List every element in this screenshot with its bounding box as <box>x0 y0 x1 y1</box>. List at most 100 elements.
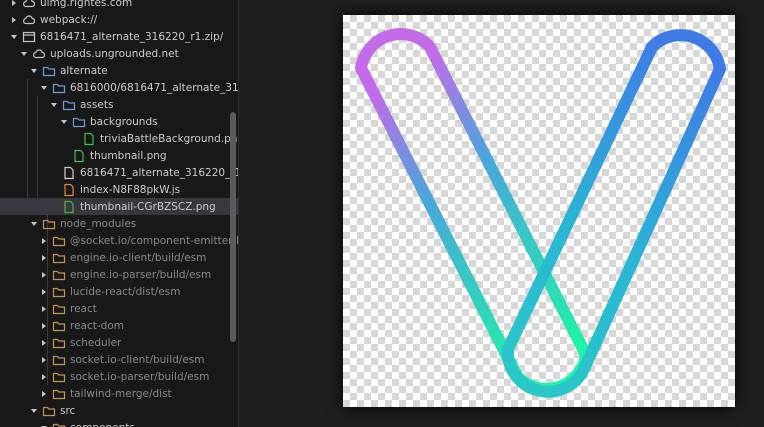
chevron-down-icon[interactable] <box>38 419 50 427</box>
tree-item[interactable]: react-dom <box>0 317 238 334</box>
tree-item-label: socket.io-parser/build/esm <box>70 370 210 383</box>
tree-item[interactable]: socket.io-parser/build/esm <box>0 368 238 385</box>
tree-item[interactable]: 6816471_alternate_316220_r1.zip/ <box>0 28 234 45</box>
tree-item[interactable]: triviaBattleBackground.png <box>0 130 239 147</box>
chevron-right-icon[interactable] <box>38 232 50 249</box>
tree-item[interactable]: lucide-react/dist/esm <box>0 283 238 300</box>
chevron-down-icon[interactable] <box>28 215 40 232</box>
js-file-icon <box>62 183 76 197</box>
folder-icon <box>52 370 66 384</box>
folder-icon <box>72 115 86 129</box>
tree-item[interactable]: scheduler <box>0 334 238 351</box>
folder-icon <box>52 387 66 401</box>
chevron-right-icon[interactable] <box>8 0 20 11</box>
tree-item[interactable]: alternate <box>0 62 238 79</box>
tree-item[interactable]: 6816000/6816471_alternate_316220... <box>0 79 239 96</box>
window-icon <box>22 30 36 44</box>
tree-item-label: node_modules <box>60 217 137 230</box>
tree-item[interactable]: index-N8F88pkW.js <box>0 181 238 198</box>
tree-item-label: tailwind-merge/dist <box>70 387 172 400</box>
tree-item[interactable]: tailwind-merge/dist <box>0 385 238 402</box>
folder-icon <box>52 81 66 95</box>
chevron-right-icon[interactable] <box>38 283 50 300</box>
chevron-down-icon[interactable] <box>8 28 20 45</box>
folder-icon <box>52 336 66 350</box>
tree-item[interactable]: node_modules <box>0 215 238 232</box>
tree-item[interactable]: socket.io-client/build/esm <box>0 351 238 368</box>
tree-item-label: lucide-react/dist/esm <box>70 285 181 298</box>
image-file-icon <box>72 149 86 163</box>
tree-item-label: uploads.ungrounded.net <box>50 47 179 60</box>
tree-item[interactable]: 6816471_alternate_316220_r1.zip/... <box>0 164 238 181</box>
tree-item-label: src <box>60 404 76 417</box>
chevron-right-icon[interactable] <box>8 11 20 28</box>
folder-icon <box>42 404 56 418</box>
chevron-right-icon[interactable] <box>38 249 50 266</box>
chevron-right-icon[interactable] <box>38 266 50 283</box>
tree-item[interactable]: webpack:// <box>0 11 234 28</box>
tree-item[interactable]: engine.io-parser/build/esm <box>0 266 238 283</box>
folder-icon <box>52 319 66 333</box>
tree-item[interactable]: thumbnail.png <box>0 147 238 164</box>
chevron-right-icon[interactable] <box>38 385 50 402</box>
chevron-down-icon[interactable] <box>28 402 40 419</box>
tree-item[interactable]: backgrounds <box>0 113 238 130</box>
tree-item[interactable]: components <box>0 419 238 427</box>
tree-item-label: scheduler <box>70 336 122 349</box>
image-file-icon <box>62 200 76 214</box>
chevron-right-icon[interactable] <box>38 368 50 385</box>
image-preview-pane <box>240 0 764 427</box>
tree-item-label: assets <box>80 98 114 111</box>
tree-item[interactable]: uimg.rightes.com <box>0 0 234 11</box>
folder-icon <box>52 285 66 299</box>
tree-item-label: react <box>70 302 97 315</box>
folder-icon <box>52 234 66 248</box>
tree-item-label: 6816000/6816471_alternate_316220... <box>70 81 239 94</box>
tree-item-label: engine.io-parser/build/esm <box>70 268 212 281</box>
chevron-right-icon[interactable] <box>38 351 50 368</box>
tree-item-label: index-N8F88pkW.js <box>80 183 181 196</box>
tree-item-selected[interactable]: thumbnail-CGrBZSCZ.png <box>0 198 238 215</box>
folder-icon <box>42 64 56 78</box>
tree-item-label: uimg.rightes.com <box>40 0 133 9</box>
file-explorer: uimg.rightes.com webpack:// 6816471_altern… <box>0 0 239 427</box>
chevron-right-icon[interactable] <box>38 334 50 351</box>
chevron-down-icon[interactable] <box>38 79 50 96</box>
chevron-down-icon[interactable] <box>18 45 30 62</box>
tree-item-label: socket.io-client/build/esm <box>70 353 205 366</box>
tree-item-label: @socket.io/component-emitter/li... <box>70 234 239 247</box>
tree-item-label: 6816471_alternate_316220_r1.zip/ <box>40 30 224 43</box>
cloud-icon <box>32 47 46 61</box>
tree-item[interactable]: src <box>0 402 238 419</box>
tree-item-label: engine.io-client/build/esm <box>70 251 207 264</box>
explorer-scrollbar-thumb[interactable] <box>230 112 236 342</box>
chevron-down-icon[interactable] <box>58 113 70 130</box>
tree-item[interactable]: react <box>0 300 238 317</box>
tree-item[interactable]: @socket.io/component-emitter/li... <box>0 232 239 249</box>
tree-item-label: components <box>70 422 135 427</box>
tree-item-label: thumbnail.png <box>90 149 167 162</box>
tree-item-label: 6816471_alternate_316220_r1.zip/... <box>80 166 238 179</box>
chevron-down-icon[interactable] <box>48 96 60 113</box>
tree-item[interactable]: uploads.ungrounded.net <box>0 45 238 62</box>
chevron-right-icon[interactable] <box>38 317 50 334</box>
cloud-icon <box>22 0 36 10</box>
file-icon <box>62 166 76 180</box>
v-logo-image <box>355 28 726 398</box>
chevron-down-icon[interactable] <box>28 62 40 79</box>
image-file-icon <box>82 132 96 146</box>
tree-item-label: alternate <box>60 64 108 77</box>
folder-icon <box>62 98 76 112</box>
tree-item-label: triviaBattleBackground.png <box>100 132 239 145</box>
tree-item[interactable]: assets <box>0 96 238 113</box>
tree-item[interactable]: engine.io-client/build/esm <box>0 249 238 266</box>
chevron-right-icon[interactable] <box>38 300 50 317</box>
cloud-icon <box>22 13 36 27</box>
folder-icon <box>52 268 66 282</box>
folder-icon <box>52 353 66 367</box>
